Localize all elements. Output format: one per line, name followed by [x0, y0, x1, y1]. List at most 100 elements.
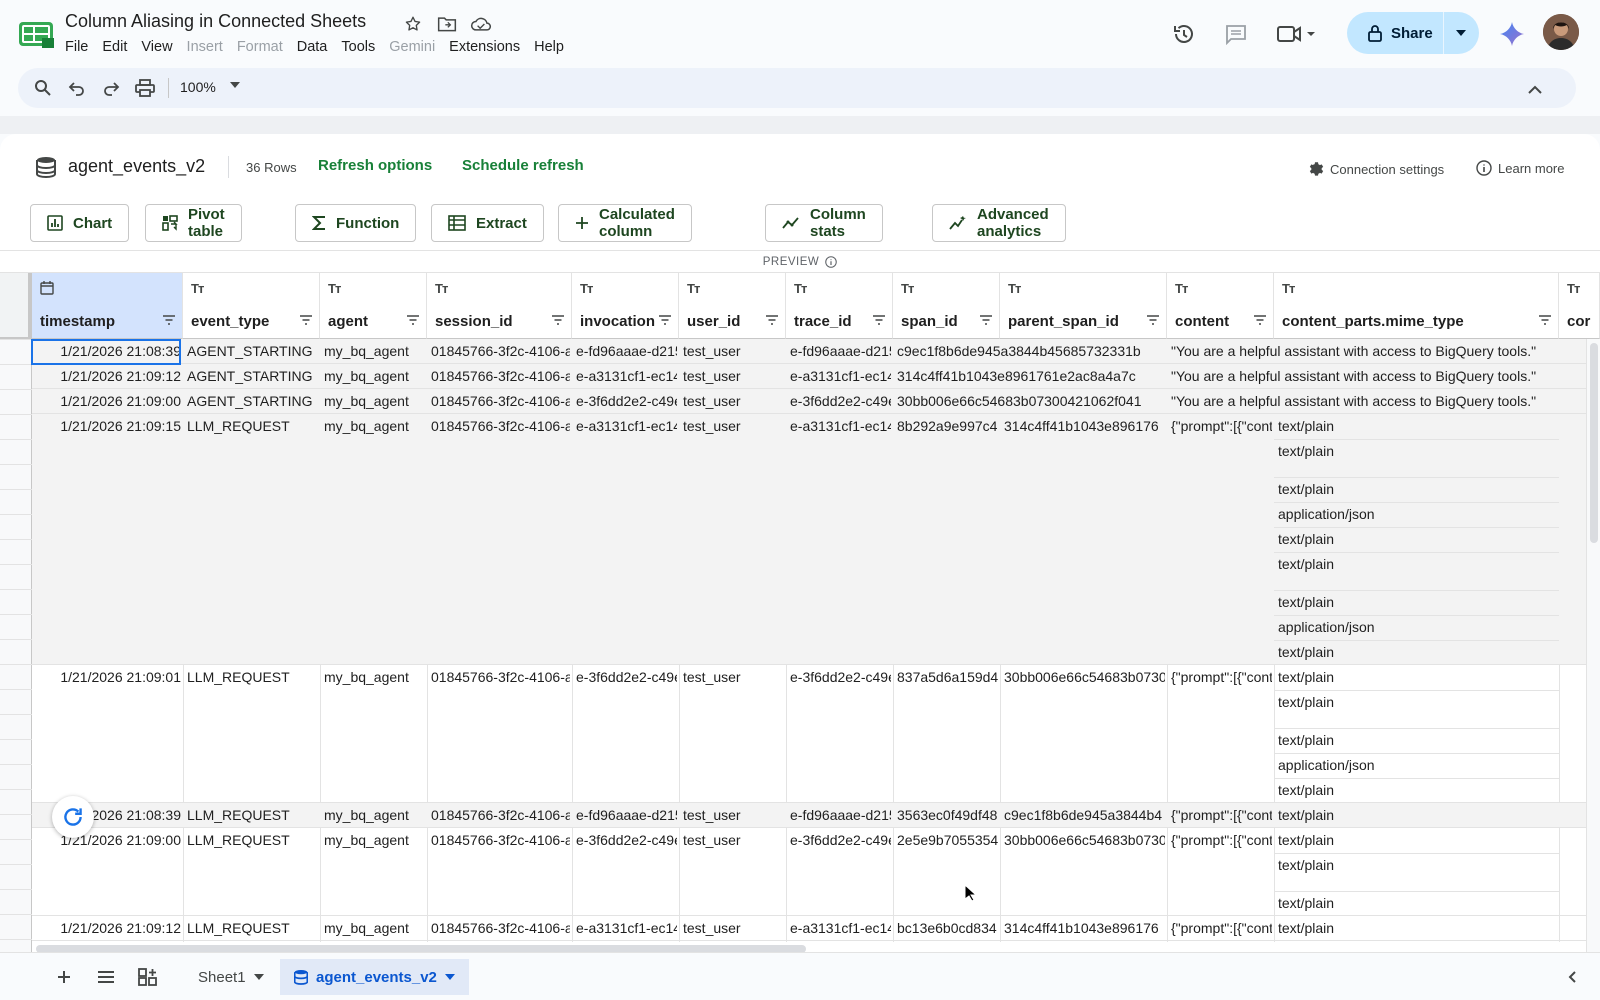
- cell-user-id[interactable]: test_user: [683, 343, 784, 360]
- sheet-tab-agent-events-v2[interactable]: agent_events_v2: [280, 959, 469, 995]
- cell-span-id[interactable]: 314c4ff41b1043e8961761e2ac8a4a7c: [897, 368, 1197, 385]
- table-row[interactable]: 1/21/2026 21:09:00 AGENT_STARTING my_bq_ag…: [32, 389, 1600, 414]
- cell-timestamp[interactable]: 1/21/2026 21:09:00: [36, 832, 181, 849]
- filter-icon[interactable]: [765, 315, 779, 325]
- mime-type-value[interactable]: text/plain: [1278, 782, 1334, 799]
- menu-data[interactable]: Data: [290, 38, 335, 56]
- star-icon[interactable]: [402, 13, 424, 35]
- cell-session-id[interactable]: 01845766-3f2c-4106-a: [431, 832, 570, 849]
- cell-timestamp[interactable]: 1/21/2026 21:09:00: [36, 393, 181, 410]
- pivot-table-button[interactable]: Pivot table: [145, 204, 242, 242]
- menu-tools[interactable]: Tools: [334, 38, 382, 56]
- share-dropdown[interactable]: [1444, 12, 1478, 54]
- cell-agent[interactable]: my_bq_agent: [324, 807, 425, 824]
- column-header-span-id[interactable]: Tт span_id: [893, 273, 1000, 339]
- cell-session-id[interactable]: 01845766-3f2c-4106-a: [431, 807, 570, 824]
- table-row[interactable]: 1/21/2026 21:08:39 AGENT_STARTING my_bq_ag…: [32, 339, 1600, 364]
- column-header-parent-span-id[interactable]: Tт parent_span_id: [1000, 273, 1167, 339]
- cell-content[interactable]: "You are a helpful assistant with access…: [1171, 368, 1591, 385]
- menu-file[interactable]: File: [58, 38, 95, 56]
- column-header-trace-id[interactable]: Tт trace_id: [786, 273, 893, 339]
- cell-agent[interactable]: my_bq_agent: [324, 393, 425, 410]
- cell-user-id[interactable]: test_user: [683, 418, 784, 435]
- cell-invocation[interactable]: e-a3131cf1-ec14: [576, 368, 677, 385]
- cell-span-id[interactable]: 837a5d6a159d4: [897, 669, 998, 686]
- advanced-analytics-button[interactable]: Advanced analytics: [932, 204, 1066, 242]
- mime-type-value[interactable]: text/plain: [1278, 669, 1334, 686]
- zoom-select[interactable]: 100%: [180, 79, 216, 95]
- filter-icon[interactable]: [979, 315, 993, 325]
- filter-icon[interactable]: [162, 315, 176, 325]
- cell-content[interactable]: {"prompt":[{"cont: [1171, 669, 1272, 686]
- cell-user-id[interactable]: test_user: [683, 368, 784, 385]
- sheets-logo-icon[interactable]: [18, 20, 54, 48]
- cell-event-type[interactable]: LLM_REQUEST: [187, 807, 318, 824]
- gemini-icon[interactable]: [1498, 20, 1526, 48]
- table-row[interactable]: 1/21/2026 21:09:01 LLM_REQUEST my_bq_agent…: [32, 665, 1600, 803]
- filter-icon[interactable]: [299, 315, 313, 325]
- cell-content[interactable]: {"prompt":[{"cont: [1171, 920, 1272, 937]
- cell-parent-span-id[interactable]: 30bb006e66c54683b0730: [1004, 832, 1165, 849]
- cell-agent[interactable]: my_bq_agent: [324, 832, 425, 849]
- cell-trace-id[interactable]: e-fd96aaae-d215: [790, 343, 891, 360]
- cell-span-id[interactable]: 2e5e9b7055354: [897, 832, 998, 849]
- menu-view[interactable]: View: [134, 38, 179, 56]
- learn-more-button[interactable]: Learn more: [1476, 160, 1564, 176]
- cell-span-id[interactable]: 8b292a9e997c4: [897, 418, 998, 435]
- mime-type-value[interactable]: text/plain: [1278, 644, 1334, 661]
- undo-icon[interactable]: [66, 77, 88, 99]
- cell-content[interactable]: "You are a helpful assistant with access…: [1171, 393, 1591, 410]
- column-header-content-parts-mime-type[interactable]: Tт content_parts.mime_type: [1274, 273, 1559, 339]
- cell-invocation[interactable]: e-fd96aaae-d215: [576, 807, 677, 824]
- cell-user-id[interactable]: test_user: [683, 393, 784, 410]
- filter-icon[interactable]: [406, 315, 420, 325]
- column-header-invocation[interactable]: Tт invocation: [572, 273, 679, 339]
- cell-span-id[interactable]: 3563ec0f49df48: [897, 807, 998, 824]
- cell-trace-id[interactable]: e-fd96aaae-d215: [790, 807, 891, 824]
- cloud-saved-icon[interactable]: [470, 13, 492, 35]
- cell-trace-id[interactable]: e-a3131cf1-ec14: [790, 418, 891, 435]
- cell-session-id[interactable]: 01845766-3f2c-4106-a: [431, 368, 570, 385]
- table-row[interactable]: 1/21/2026 21:08:39 LLM_REQUEST my_bq_agent…: [32, 803, 1600, 828]
- refresh-button[interactable]: [52, 796, 94, 838]
- cell-parent-span-id[interactable]: 314c4ff41b1043e896176: [1004, 418, 1165, 435]
- mime-type-value[interactable]: text/plain: [1278, 481, 1334, 498]
- table-row[interactable]: 1/21/2026 21:09:12 LLM_REQUEST my_bq_agent…: [32, 916, 1600, 941]
- menu-edit[interactable]: Edit: [95, 38, 134, 56]
- menu-help[interactable]: Help: [527, 38, 571, 56]
- caret-down-icon[interactable]: [230, 82, 240, 88]
- cell-event-type[interactable]: LLM_REQUEST: [187, 832, 318, 849]
- column-header-cor[interactable]: Tт cor: [1559, 273, 1600, 339]
- move-folder-icon[interactable]: [436, 13, 458, 35]
- cell-timestamp[interactable]: 1/21/2026 21:09:15: [36, 418, 181, 435]
- cell-session-id[interactable]: 01845766-3f2c-4106-a: [431, 920, 570, 937]
- filter-icon[interactable]: [1253, 315, 1267, 325]
- chevron-left-icon[interactable]: [1560, 965, 1584, 989]
- add-sheet-icon[interactable]: [52, 965, 76, 989]
- menu-insert[interactable]: Insert: [180, 38, 230, 56]
- version-history-icon[interactable]: [1170, 20, 1198, 48]
- caret-down-icon[interactable]: [444, 974, 455, 980]
- cell-user-id[interactable]: test_user: [683, 920, 784, 937]
- vertical-scrollbar[interactable]: [1586, 339, 1600, 954]
- filter-icon[interactable]: [872, 315, 886, 325]
- cell-timestamp[interactable]: 1/21/2026 21:09:01: [36, 669, 181, 686]
- column-header-user-id[interactable]: Tт user_id: [679, 273, 786, 339]
- cell-event-type[interactable]: AGENT_STARTING: [187, 368, 318, 385]
- cell-event-type[interactable]: AGENT_STARTING: [187, 393, 318, 410]
- cell-event-type[interactable]: LLM_REQUEST: [187, 920, 318, 937]
- extract-button[interactable]: Extract: [431, 204, 544, 242]
- cell-user-id[interactable]: test_user: [683, 832, 784, 849]
- search-icon[interactable]: [32, 77, 54, 99]
- mime-type-value[interactable]: text/plain: [1278, 732, 1334, 749]
- cell-span-id[interactable]: bc13e6b0cd834: [897, 920, 998, 937]
- mime-type-value[interactable]: text/plain: [1278, 807, 1334, 824]
- cell-session-id[interactable]: 01845766-3f2c-4106-a: [431, 343, 570, 360]
- print-icon[interactable]: [134, 77, 156, 99]
- mime-type-value[interactable]: text/plain: [1278, 556, 1334, 573]
- menu-extensions[interactable]: Extensions: [442, 38, 527, 56]
- cell-content[interactable]: "You are a helpful assistant with access…: [1171, 343, 1591, 360]
- refresh-options-link[interactable]: Refresh options: [318, 157, 432, 174]
- cell-content[interactable]: {"prompt":[{"cont: [1171, 832, 1272, 849]
- cell-trace-id[interactable]: e-3f6dd2e2-c49e: [790, 393, 891, 410]
